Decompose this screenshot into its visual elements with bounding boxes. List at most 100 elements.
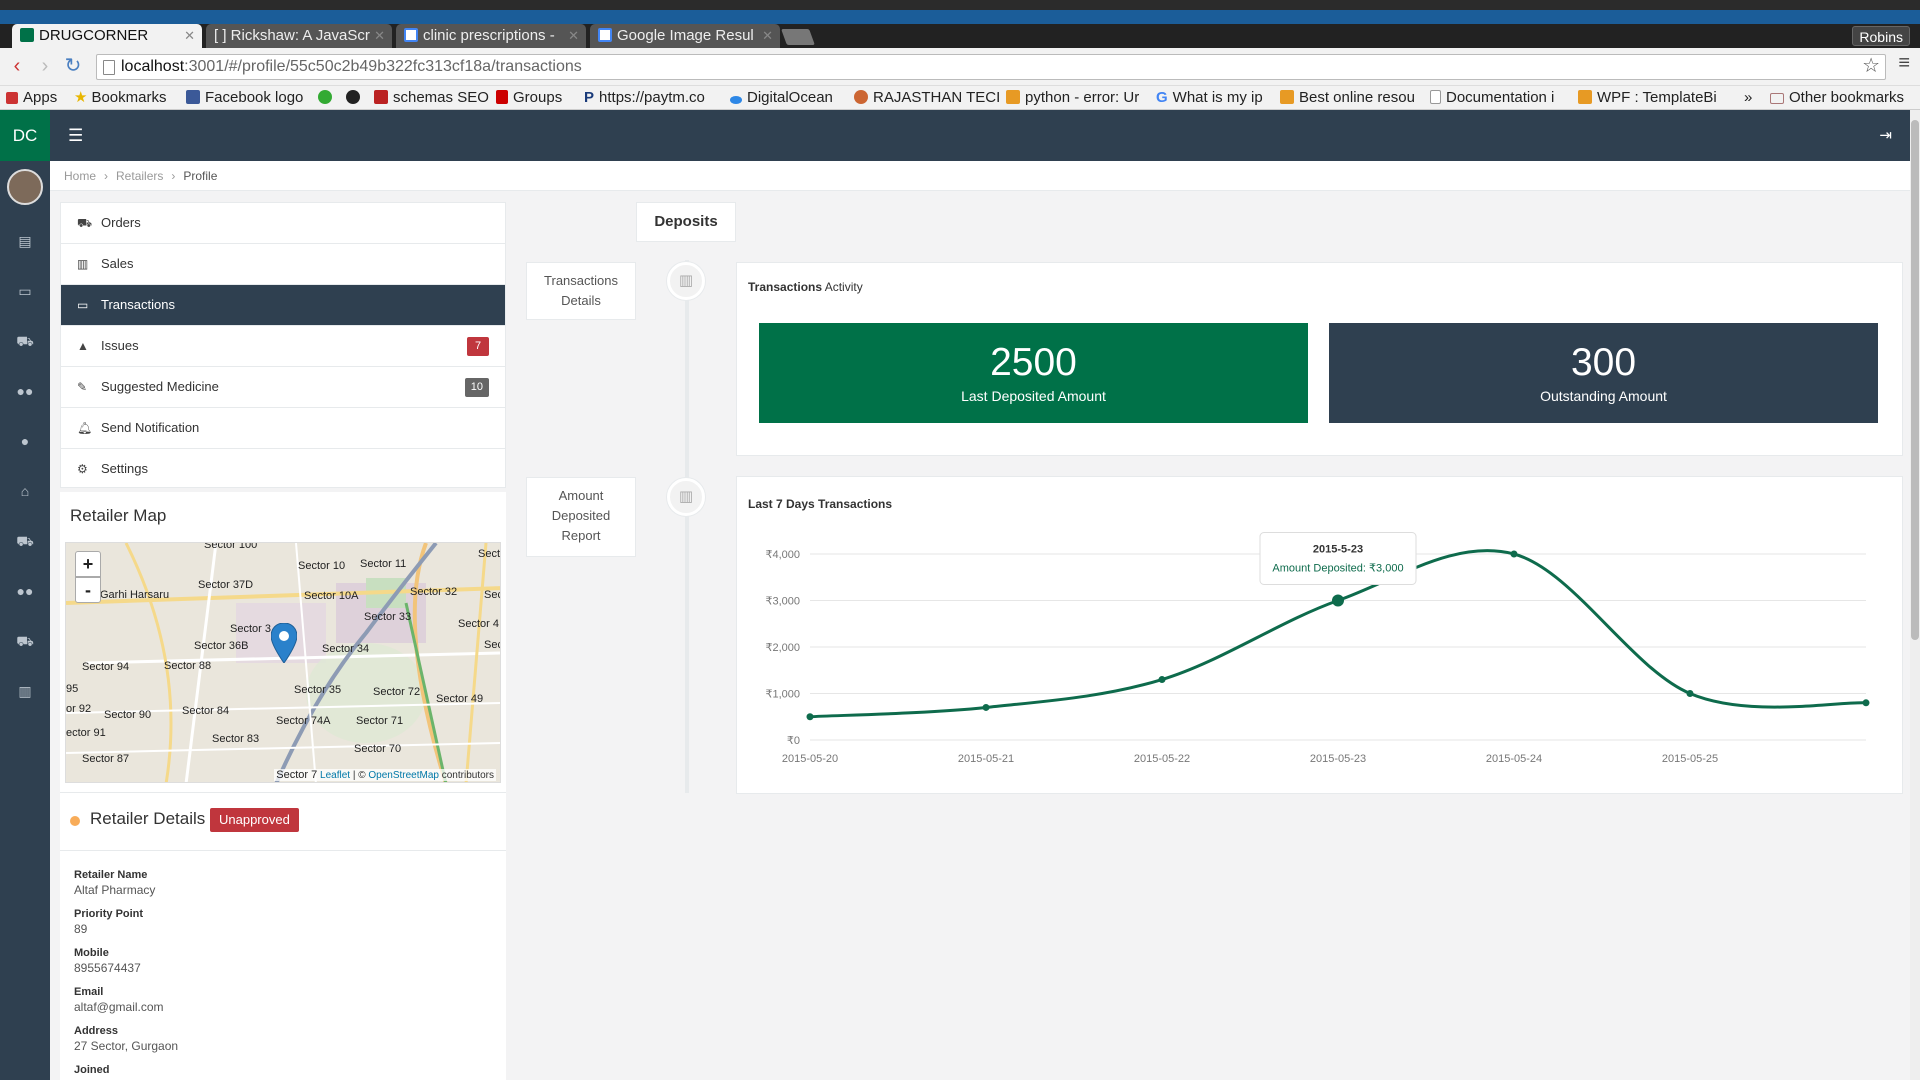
cart-icon: ⛟ — [77, 216, 93, 230]
map-label: Sector 4 — [458, 618, 499, 630]
browser-tab-google-image[interactable]: Google Image Resul ✕ — [590, 24, 780, 48]
nav-desktop-icon[interactable]: ▭ — [0, 283, 50, 300]
groups-icon — [496, 90, 508, 104]
address-row: ‹ › ↻ localhost:3001/#/profile/55c50c2b4… — [0, 48, 1920, 86]
app-logo[interactable]: DC — [0, 110, 50, 161]
deposits-heading: Deposits — [636, 202, 736, 242]
nav-home-icon[interactable]: ⌂ — [0, 483, 50, 499]
timeline-label-amount-report: Amount Deposited Report — [526, 477, 636, 557]
menu-item-orders[interactable]: ⛟ Orders — [61, 203, 505, 244]
logout-icon[interactable]: ⇥ — [1879, 126, 1892, 144]
facebook-icon — [186, 90, 200, 104]
bookmark-other[interactable]: Other bookmarks — [1770, 86, 1904, 109]
y-tick-label: ₹0 — [787, 735, 800, 747]
retailer-map[interactable]: Sector 100 Sector 10 Sector 11 Sect Sect… — [65, 542, 501, 783]
timeline-label-transactions: Transactions Details — [526, 262, 636, 320]
x-tick-label: 2015-05-20 — [782, 753, 838, 765]
map-label: Sec — [484, 589, 500, 601]
browser-tab-rickshaw[interactable]: [ ] Rickshaw: A JavaScr ✕ — [206, 24, 392, 48]
map-zoom-out-button[interactable]: - — [75, 577, 101, 603]
map-label: Sec — [484, 639, 500, 651]
address-value: 27 Sector, Gurgaon — [74, 1039, 179, 1053]
bookmarks-overflow-button[interactable]: » — [1744, 86, 1752, 109]
map-label: Sector 35 — [294, 684, 342, 696]
map-label: Sector 74A — [276, 715, 331, 727]
menu-item-settings[interactable]: ⚙ Settings — [61, 449, 505, 490]
map-label: Sector 36B — [194, 640, 249, 652]
close-tab-icon[interactable]: ✕ — [374, 24, 385, 48]
bookmark-github[interactable] — [346, 86, 365, 109]
breadcrumb-current: Profile — [183, 169, 218, 183]
retailer-name-label: Retailer Name — [74, 869, 148, 881]
bookmark-green-site[interactable] — [318, 86, 337, 109]
map-title: Retailer Map — [70, 506, 167, 525]
nav-shopping-cart-icon[interactable]: ⛟ — [0, 633, 50, 652]
bookmark-label: RAJASTHAN TECI — [873, 89, 1001, 106]
bookmark-wpf[interactable]: WPF : TemplateBi — [1578, 86, 1717, 109]
bookmark-paytm[interactable]: Phttps://paytm.co — [584, 86, 705, 109]
bookmark-label: Documentation i — [1446, 89, 1555, 106]
close-tab-icon[interactable]: ✕ — [762, 24, 773, 48]
map-label: Sector 72 — [373, 686, 421, 698]
bookmark-apps[interactable]: Apps — [6, 86, 57, 109]
scrollbar-thumb[interactable] — [1911, 120, 1919, 640]
bookmark-python-error[interactable]: python - error: Ur — [1006, 86, 1139, 109]
nav-document-icon[interactable]: ▤ — [0, 233, 50, 250]
bookmark-rajasthan[interactable]: RAJASTHAN TECI — [854, 86, 1001, 109]
browser-menu-icon[interactable]: ≡ — [1898, 52, 1910, 75]
bookmark-what-is-my-ip[interactable]: G What is my ip — [1156, 86, 1263, 109]
data-point — [1686, 690, 1694, 697]
map-zoom-in-button[interactable]: + — [75, 551, 101, 577]
bookmark-facebook-logo[interactable]: Facebook logo — [186, 86, 303, 109]
browser-tab-drugcorner[interactable]: DRUGCORNER ✕ — [12, 24, 202, 48]
bookmark-best-online[interactable]: Best online resou — [1280, 86, 1415, 109]
nav-truck-icon[interactable]: ⛟ — [0, 533, 50, 552]
breadcrumb-home[interactable]: Home — [64, 169, 96, 183]
outstanding-stat: 300 Outstanding Amount — [1329, 323, 1878, 423]
reload-icon[interactable]: ↻ — [62, 56, 84, 78]
menu-item-transactions[interactable]: ▭ Transactions — [61, 285, 505, 326]
browser-tab-clinic[interactable]: clinic prescriptions - ✕ — [396, 24, 586, 48]
bookmark-schemas-seo[interactable]: schemas SEO — [374, 86, 489, 109]
new-tab-button[interactable] — [781, 29, 815, 45]
transactions-line-chart[interactable]: ₹0 ₹1,000 ₹2,000 ₹3,000 ₹4,000 2015-05-20 2015… — [736, 476, 1903, 794]
nav-users-icon[interactable]: ●● — [0, 383, 50, 399]
bookmark-documentation[interactable]: Documentation i — [1430, 86, 1555, 109]
back-icon[interactable]: ‹ — [6, 56, 28, 78]
leaflet-link[interactable]: Leaflet — [320, 770, 350, 781]
priority-point-label: Priority Point — [74, 908, 144, 920]
last-deposited-stat: 2500 Last Deposited Amount — [759, 323, 1308, 423]
map-label: Sector 33 — [364, 611, 412, 623]
nav-bar-chart-icon[interactable]: ▥ — [0, 683, 50, 700]
bookmark-label: WPF : TemplateBi — [1597, 89, 1717, 106]
close-tab-icon[interactable]: ✕ — [568, 24, 579, 48]
bookmark-bookmarks[interactable]: ★ Bookmarks — [74, 86, 166, 109]
forward-icon[interactable]: › — [34, 56, 56, 78]
avatar[interactable] — [7, 169, 43, 205]
nav-user-icon[interactable]: ● — [0, 433, 50, 449]
nav-group-icon[interactable]: ●● — [0, 583, 50, 599]
map-label: Sect — [478, 548, 501, 560]
menu-toggle-icon[interactable]: ☰ — [68, 126, 83, 146]
bookmark-groups[interactable]: Groups — [496, 86, 562, 109]
map-marker-icon[interactable] — [271, 623, 297, 663]
nav-cart-icon[interactable]: ⛟ — [0, 333, 50, 352]
bar-chart-icon: ▥ — [667, 478, 705, 516]
url-input[interactable]: localhost:3001/#/profile/55c50c2b49b322f… — [96, 54, 1886, 80]
last-deposited-value: 2500 — [990, 341, 1077, 384]
edit-icon: ✎ — [77, 380, 88, 394]
x-tick-label: 2015-05-23 — [1310, 753, 1366, 765]
close-tab-icon[interactable]: ✕ — [184, 24, 195, 48]
profile-button[interactable]: Robins — [1852, 26, 1910, 46]
bookmark-star-icon[interactable]: ☆ — [1862, 53, 1880, 78]
breadcrumb-separator-icon: › — [104, 169, 109, 183]
menu-item-suggested-medicine[interactable]: ✎ Suggested Medicine 10 — [61, 367, 505, 408]
menu-item-issues[interactable]: ▲ Issues 7 — [61, 326, 505, 367]
osm-link[interactable]: OpenStreetMap — [368, 770, 439, 781]
breadcrumb-retailers[interactable]: Retailers — [116, 169, 163, 183]
suggested-count-badge: 10 — [464, 378, 489, 397]
menu-item-send-notification[interactable]: 🔔︎ Send Notification — [61, 408, 505, 449]
x-tick-label: 2015-05-25 — [1662, 753, 1718, 765]
menu-item-sales[interactable]: ▥ Sales — [61, 244, 505, 285]
bookmark-digitalocean[interactable]: DigitalOcean — [730, 86, 833, 109]
